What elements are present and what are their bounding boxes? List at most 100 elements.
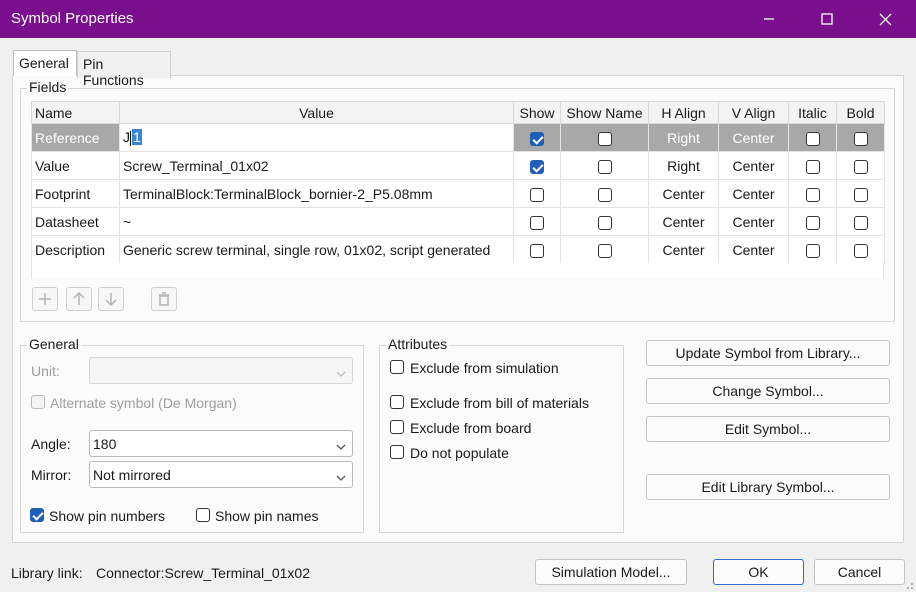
show-checkbox[interactable] <box>530 159 544 174</box>
bold-checkbox[interactable] <box>853 215 868 230</box>
edit-library-symbol-button[interactable]: Edit Library Symbol... <box>646 474 890 500</box>
column-header-show[interactable]: Show <box>513 101 561 124</box>
bold-checkbox[interactable] <box>853 243 868 258</box>
column-header-value[interactable]: Value <box>119 101 514 124</box>
field-name-cell[interactable]: Reference <box>31 123 120 152</box>
simulation-model-button[interactable]: Simulation Model... <box>535 559 687 585</box>
v-align-cell[interactable]: Center <box>718 123 789 152</box>
show-cell[interactable] <box>513 123 561 152</box>
show-pin-numbers-checkbox[interactable] <box>30 508 44 522</box>
italic-checkbox[interactable] <box>805 187 820 202</box>
italic-cell[interactable] <box>788 235 837 264</box>
h-align-cell[interactable]: Center <box>648 235 719 264</box>
bold-cell[interactable] <box>836 123 885 152</box>
show-cell[interactable] <box>513 179 561 208</box>
v-align-cell[interactable]: Center <box>718 235 789 264</box>
ok-button[interactable]: OK <box>713 559 804 585</box>
tab-pin-functions[interactable]: Pin Functions <box>77 51 171 88</box>
h-align-cell[interactable]: Right <box>648 123 719 152</box>
alternate-symbol-checkbox[interactable] <box>31 395 45 409</box>
italic-checkbox[interactable] <box>805 159 820 174</box>
field-value-cell[interactable]: Generic screw terminal, single row, 01x0… <box>119 235 514 264</box>
field-value-cell[interactable]: ~ <box>119 207 514 236</box>
move-down-button[interactable] <box>98 287 124 311</box>
show-checkbox[interactable] <box>530 187 544 202</box>
show-cell[interactable] <box>513 151 561 180</box>
h-align-cell[interactable]: Center <box>648 179 719 208</box>
show-name-checkbox[interactable] <box>597 187 612 202</box>
column-header-h-align[interactable]: H Align <box>648 101 719 124</box>
table-row[interactable]: Reference J1 Right Center <box>31 123 885 152</box>
bold-checkbox[interactable] <box>853 187 868 202</box>
bold-cell[interactable] <box>836 235 885 264</box>
italic-cell[interactable] <box>788 179 837 208</box>
field-name-cell[interactable]: Datasheet <box>31 207 120 236</box>
bold-checkbox[interactable] <box>853 131 868 146</box>
cancel-button[interactable]: Cancel <box>814 559 905 585</box>
field-value-cell[interactable]: Screw_Terminal_01x02 <box>119 151 514 180</box>
show-name-checkbox[interactable] <box>597 131 612 146</box>
unit-select[interactable] <box>89 357 353 384</box>
v-align-cell[interactable]: Center <box>718 207 789 236</box>
bold-cell[interactable] <box>836 179 885 208</box>
change-symbol-button[interactable]: Change Symbol... <box>646 378 890 404</box>
h-align-cell[interactable]: Center <box>648 207 719 236</box>
column-header-italic[interactable]: Italic <box>788 101 837 124</box>
column-header-show-name[interactable]: Show Name <box>560 101 649 124</box>
table-row[interactable]: Value Screw_Terminal_01x02 Right Center <box>31 151 885 180</box>
column-header-name[interactable]: Name <box>31 101 120 124</box>
italic-cell[interactable] <box>788 207 837 236</box>
italic-checkbox[interactable] <box>805 131 820 146</box>
v-align-cell[interactable]: Center <box>718 151 789 180</box>
field-value-cell[interactable]: TerminalBlock:TerminalBlock_bornier-2_P5… <box>119 179 514 208</box>
show-name-checkbox[interactable] <box>597 243 612 258</box>
show-name-cell[interactable] <box>560 123 649 152</box>
exclude-bom-checkbox[interactable] <box>390 395 404 409</box>
tab-general[interactable]: General <box>13 50 77 76</box>
show-checkbox[interactable] <box>530 243 544 258</box>
show-name-cell[interactable] <box>560 179 649 208</box>
italic-cell[interactable] <box>788 123 837 152</box>
exclude-simulation-checkbox[interactable] <box>390 360 404 374</box>
field-name-cell[interactable]: Value <box>31 151 120 180</box>
update-from-library-button[interactable]: Update Symbol from Library... <box>646 340 890 366</box>
bold-cell[interactable] <box>836 151 885 180</box>
show-name-checkbox[interactable] <box>597 215 612 230</box>
show-name-cell[interactable] <box>560 151 649 180</box>
table-row[interactable]: Footprint TerminalBlock:TerminalBlock_bo… <box>31 179 885 208</box>
italic-checkbox[interactable] <box>805 243 820 258</box>
h-align-cell[interactable]: Right <box>648 151 719 180</box>
show-name-cell[interactable] <box>560 235 649 264</box>
show-cell[interactable] <box>513 235 561 264</box>
table-row[interactable]: Description Generic screw terminal, sing… <box>31 235 885 264</box>
column-header-bold[interactable]: Bold <box>836 101 885 124</box>
show-checkbox[interactable] <box>530 215 544 230</box>
show-checkbox[interactable] <box>530 131 544 146</box>
exclude-board-checkbox[interactable] <box>390 420 404 434</box>
add-field-button[interactable] <box>32 287 58 311</box>
field-name-cell[interactable]: Description <box>31 235 120 264</box>
show-cell[interactable] <box>513 207 561 236</box>
mirror-select[interactable]: Not mirrored <box>89 461 353 488</box>
move-up-button[interactable] <box>66 287 92 311</box>
close-button[interactable] <box>856 0 914 38</box>
maximize-button[interactable] <box>798 0 856 38</box>
resize-grip-icon[interactable] <box>904 580 914 590</box>
bold-checkbox[interactable] <box>853 159 868 174</box>
column-header-v-align[interactable]: V Align <box>718 101 789 124</box>
show-name-checkbox[interactable] <box>597 159 612 174</box>
show-name-cell[interactable] <box>560 207 649 236</box>
italic-cell[interactable] <box>788 151 837 180</box>
field-value-editor[interactable]: J1 <box>119 123 514 152</box>
italic-checkbox[interactable] <box>805 215 820 230</box>
bold-cell[interactable] <box>836 207 885 236</box>
edit-symbol-button[interactable]: Edit Symbol... <box>646 416 890 442</box>
angle-select[interactable]: 180 <box>89 430 353 457</box>
do-not-populate-checkbox[interactable] <box>390 445 404 459</box>
delete-field-button[interactable] <box>151 287 177 311</box>
field-name-cell[interactable]: Footprint <box>31 179 120 208</box>
v-align-cell[interactable]: Center <box>718 179 789 208</box>
show-pin-names-checkbox[interactable] <box>196 508 210 522</box>
table-row[interactable]: Datasheet ~ Center Center <box>31 207 885 236</box>
minimize-button[interactable] <box>740 0 798 38</box>
